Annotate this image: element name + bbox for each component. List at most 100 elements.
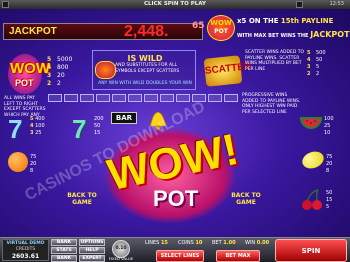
bet-max-button[interactable]: BET MAX: [216, 250, 260, 262]
count: 5: [307, 50, 311, 56]
orange-icon: [8, 152, 28, 172]
jackpot-amount: 2,448.: [124, 23, 169, 40]
coins-label: COINS: [178, 240, 194, 246]
value: 10: [324, 130, 331, 136]
win-value: 0.00: [256, 240, 270, 246]
scatter-values: 500 50 5 2: [316, 50, 326, 78]
seven-blue-icon: 7: [8, 114, 23, 144]
logo-line1: VIRTUAL DEMO: [6, 241, 45, 246]
value: 75: [30, 154, 37, 160]
value: 15: [326, 197, 333, 203]
jackpot-label: JACKPOT: [9, 26, 57, 37]
coins-display: COINS 10: [178, 239, 202, 247]
credits-label: CREDITS: [15, 247, 36, 252]
wild-icon: [95, 61, 116, 79]
wowpot-counts: 5 4 3 2: [47, 56, 51, 88]
count: 4: [307, 57, 311, 63]
coin-fixed-label: FIXED VALUE: [108, 256, 134, 261]
count: 3: [30, 130, 34, 136]
wowpot-values: 5000 800 20 2: [57, 56, 72, 88]
back-to-game-left-button[interactable]: BACK TO GAME: [62, 192, 102, 206]
payline-note-line2-text: WITH MAX BET WINS THE: [237, 33, 311, 39]
wild-title: IS WILD: [127, 54, 163, 63]
select-lines-button[interactable]: SELECT LINES: [156, 250, 204, 262]
control-panel: VIRTUAL DEMO CREDITS 2603.61 BANK OPTION…: [0, 237, 350, 262]
payline-diagram: [160, 94, 174, 102]
payline-diagram: [128, 94, 142, 102]
value: 8: [30, 168, 34, 174]
coins-value: 10: [195, 240, 203, 246]
help-button[interactable]: HELP: [79, 247, 105, 254]
jackpot-amount-cents: 65: [192, 21, 205, 31]
lines-display: LINES 15: [145, 239, 168, 247]
value: 8: [326, 168, 330, 174]
value: 25: [324, 123, 331, 129]
value: 5000: [57, 56, 73, 63]
payline-diagram: [48, 94, 62, 102]
top-bar: CLICK SPIN TO PLAY 12:53: [0, 0, 350, 9]
wild-info-box: IS WILD AND SUBSTITUTES FOR ALL SYMBOLS …: [92, 50, 196, 90]
casino-logo: VIRTUAL DEMO CREDITS 2603.61: [2, 239, 49, 261]
cherry-pays: 50 15 5: [326, 190, 332, 211]
clock: 12:53: [329, 1, 344, 7]
lines-value: 15: [160, 240, 168, 246]
bet-value: 1.00: [223, 240, 236, 246]
value: 20: [57, 72, 65, 79]
options-button[interactable]: OPTIONS: [79, 239, 105, 246]
scatter-counts: 5 4 3 2: [307, 50, 310, 78]
count: 4: [47, 64, 52, 71]
bank-button[interactable]: BANK: [51, 239, 77, 246]
count: 5: [30, 116, 34, 122]
right-note: PROGRESSIVE WINS ADDED TO PAYLINE WINS. …: [242, 93, 301, 115]
wowpot-symbol-pot: POT: [15, 78, 34, 88]
value: 100: [35, 123, 45, 129]
count: 4: [30, 123, 34, 129]
value: 5: [326, 204, 330, 210]
payline-note-highlight: 15th PAYLINE: [280, 17, 334, 25]
sound-icon[interactable]: [296, 1, 303, 8]
cherries-icon: [302, 189, 322, 210]
credits-value: 2603.61: [11, 253, 40, 260]
value: 100: [324, 116, 334, 122]
value: 2: [57, 80, 61, 87]
value: 800: [57, 64, 69, 71]
bank2-button[interactable]: BANK: [51, 255, 77, 262]
payline-note-jackpot: JACKPOT: [310, 30, 350, 39]
value: 500: [316, 50, 326, 56]
wowpot-symbol-wow: WOW: [10, 60, 50, 77]
scatter-label: SCATTER: [204, 61, 252, 77]
payline-diagram: [96, 94, 110, 102]
payline-note: x5 ON THE 15th PAYLINE: [237, 17, 350, 26]
payline-note-line2: WITH MAX BET WINS THE JACKPOT: [237, 30, 350, 40]
seven-blue-pays: 5 400 4 100 3 25: [30, 116, 45, 137]
count: 5: [47, 56, 52, 63]
value: 25: [35, 130, 42, 136]
wowpot-big-logo: WOW! POT: [95, 120, 245, 230]
count: 2: [47, 80, 52, 87]
watermelon-icon: [300, 117, 322, 129]
value: 20: [30, 161, 37, 167]
win-display: WIN 0.00: [245, 239, 269, 247]
value: 50: [316, 57, 323, 63]
bet-display: BET 1.00: [212, 239, 236, 247]
payline-note-prefix: x5 ON THE: [237, 17, 281, 25]
jackpot-bar: JACKPOT 2,448. 65: [3, 21, 205, 40]
game-window: CLICK SPIN TO PLAY 12:53 JACKPOT 2,448. …: [0, 0, 350, 262]
value: 75: [326, 154, 333, 160]
stats-button[interactable]: STATS: [51, 247, 77, 254]
payline-diagram: [112, 94, 126, 102]
spin-button[interactable]: SPIN: [275, 239, 347, 262]
value: 400: [35, 116, 45, 122]
badge-text-wow: WOW: [210, 19, 232, 27]
expert-button[interactable]: EXPERT: [79, 255, 105, 262]
lines-label: LINES: [145, 240, 160, 246]
seven-green-icon: 7: [72, 114, 87, 144]
value: 50: [326, 190, 333, 196]
back-to-game-right-button[interactable]: BACK TO GAME: [226, 192, 266, 206]
count: 2: [307, 71, 311, 77]
value: 2: [316, 71, 320, 77]
payline-diagram: [176, 94, 190, 102]
payline-diagram: [64, 94, 78, 102]
payline-diagram: [80, 94, 94, 102]
wild-body: AND SUBSTITUTES FOR ALL SYMBOLS EXCEPT S…: [115, 63, 180, 74]
